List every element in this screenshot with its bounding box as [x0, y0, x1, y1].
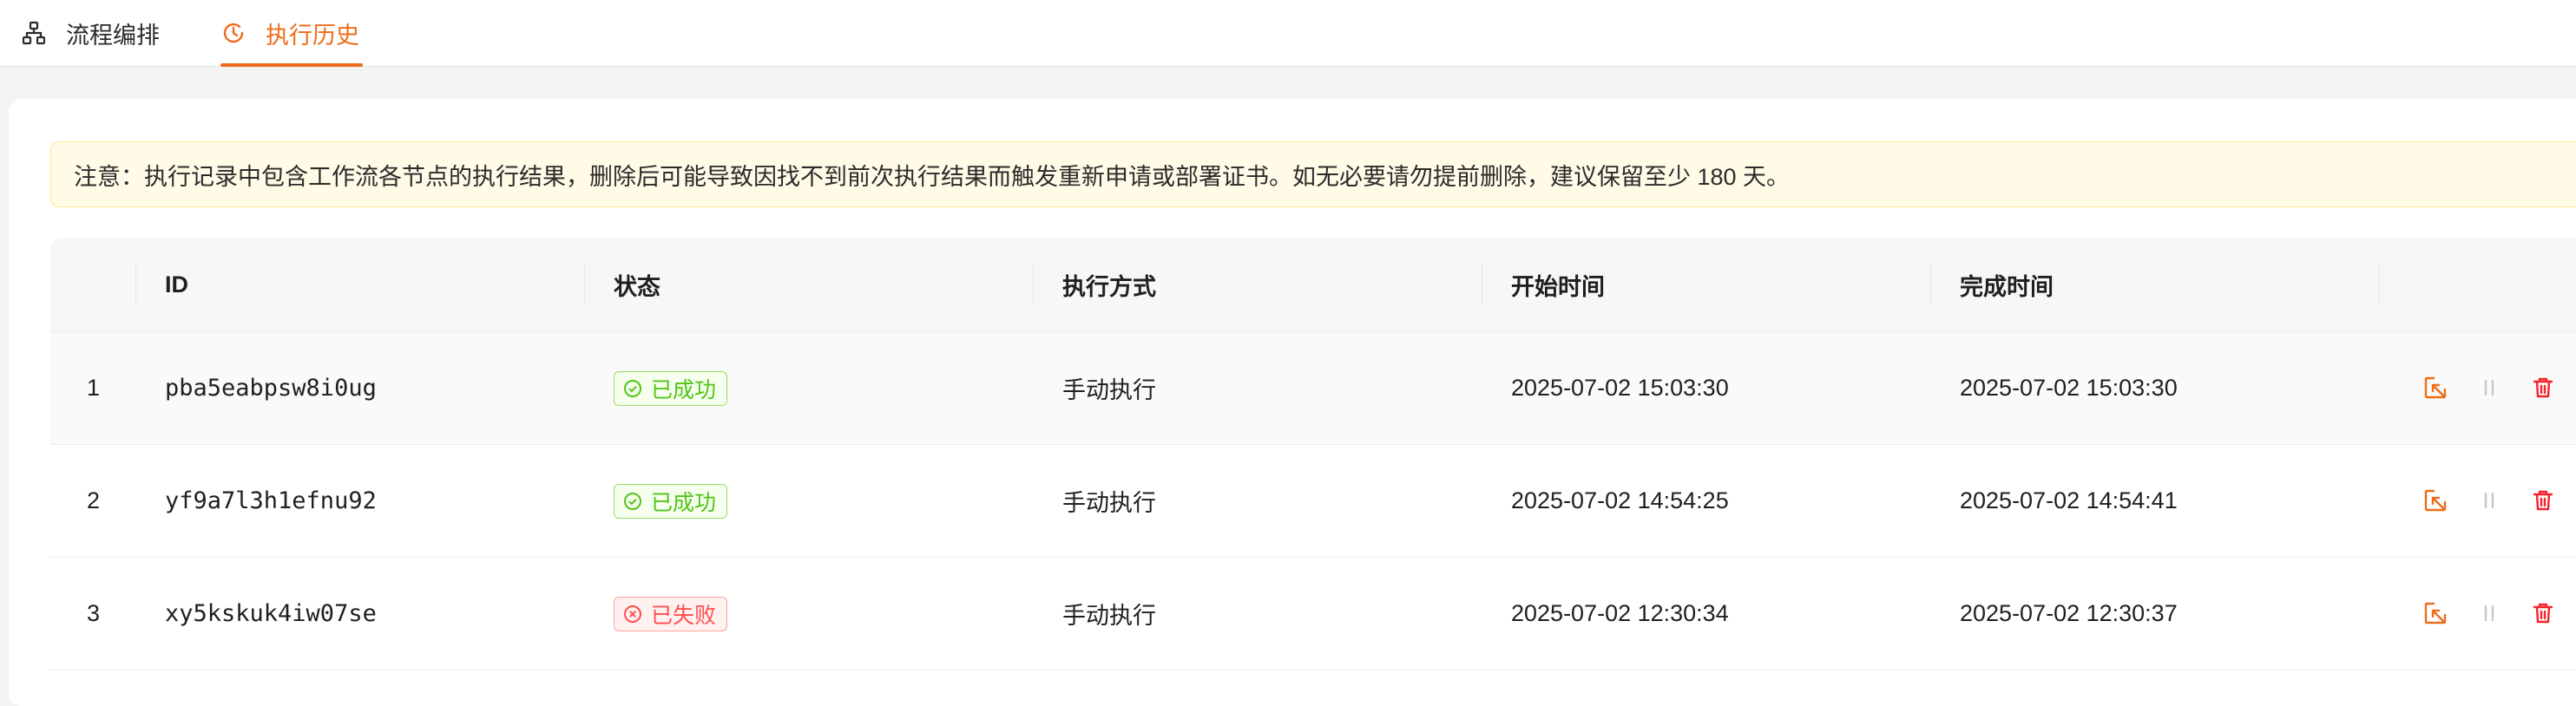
row-index: 1 — [87, 375, 101, 401]
status-cell: 已成功 — [614, 445, 728, 557]
column-divider — [1930, 264, 1931, 305]
status-badge: 已成功 — [614, 370, 728, 406]
tab-workflow[interactable]: 流程编排 — [21, 0, 160, 66]
delete-button[interactable] — [2526, 370, 2560, 405]
column-divider — [1033, 264, 1034, 305]
table-header: ID 状态 执行方式 开始时间 完成时间 — [50, 238, 2576, 332]
status-label: 已失败 — [651, 603, 717, 628]
history-icon — [220, 20, 246, 46]
table-row[interactable]: 1 pba5eabpsw8i0ug 已成功 手动执行 2025-07-02 15… — [50, 332, 2576, 445]
cancel-button[interactable] — [2472, 370, 2507, 405]
fail-cross-icon — [623, 605, 642, 624]
column-header-status[interactable]: 状态 — [614, 238, 660, 331]
end-time: 2025-07-02 12:30:37 — [1960, 600, 2178, 626]
delete-button[interactable] — [2526, 596, 2560, 631]
workflow-icon — [21, 20, 47, 46]
delete-icon — [2531, 488, 2555, 513]
success-check-icon — [623, 379, 642, 398]
view-detail-button[interactable] — [2418, 483, 2453, 518]
table-row[interactable]: 2 yf9a7l3h1efnu92 已成功 手动执行 2025-07-02 14… — [50, 445, 2576, 558]
status-badge: 已成功 — [614, 483, 728, 519]
delete-icon — [2531, 601, 2555, 625]
active-tab-indicator — [220, 63, 363, 67]
table-row[interactable]: 3 xy5kskuk4iw07se 已失败 手动执行 2025-07-02 12… — [50, 558, 2576, 670]
view-detail-icon — [2422, 487, 2448, 513]
column-header-mode[interactable]: 执行方式 — [1062, 238, 1156, 331]
trigger-mode: 手动执行 — [1062, 603, 1156, 629]
tab-history[interactable]: 执行历史 — [220, 0, 359, 66]
end-time: 2025-07-02 14:54:41 — [1960, 487, 2178, 513]
view-detail-icon — [2422, 600, 2448, 626]
view-detail-button[interactable] — [2418, 596, 2453, 631]
row-index: 2 — [87, 487, 101, 513]
delete-button[interactable] — [2526, 483, 2560, 518]
status-badge: 已失败 — [614, 596, 728, 631]
cancel-button[interactable] — [2472, 596, 2507, 631]
start-time: 2025-07-02 12:30:34 — [1511, 600, 1729, 626]
cancel-icon — [2479, 490, 2500, 511]
column-divider — [584, 264, 585, 305]
column-divider — [2379, 264, 2380, 305]
start-time: 2025-07-02 14:54:25 — [1511, 487, 1729, 513]
status-cell: 已失败 — [614, 558, 728, 670]
column-header-start-time[interactable]: 开始时间 — [1511, 238, 1605, 331]
execution-id: xy5kskuk4iw07se — [165, 600, 377, 627]
cancel-button[interactable] — [2472, 483, 2507, 518]
trigger-mode: 手动执行 — [1062, 377, 1156, 403]
tab-history-label: 执行历史 — [266, 22, 359, 49]
end-time: 2025-07-02 15:03:30 — [1960, 375, 2178, 401]
status-label: 已成功 — [651, 490, 717, 515]
execution-id: pba5eabpsw8i0ug — [165, 375, 377, 402]
trigger-mode: 手动执行 — [1062, 490, 1156, 516]
view-detail-icon — [2422, 375, 2448, 401]
cancel-icon — [2479, 377, 2500, 398]
column-divider — [135, 264, 136, 305]
cancel-icon — [2479, 603, 2500, 624]
row-index: 3 — [87, 600, 101, 626]
view-detail-button[interactable] — [2418, 370, 2453, 405]
notice-banner: 注意：执行记录中包含工作流各节点的执行结果，删除后可能导致因找不到前次执行结果而… — [50, 141, 2576, 207]
column-header-end-time[interactable]: 完成时间 — [1960, 238, 2054, 331]
tab-workflow-label: 流程编排 — [66, 22, 160, 49]
status-label: 已成功 — [651, 377, 717, 402]
notice-text: 注意：执行记录中包含工作流各节点的执行结果，删除后可能导致因找不到前次执行结果而… — [74, 163, 1791, 190]
execution-id: yf9a7l3h1efnu92 — [165, 487, 377, 514]
start-time: 2025-07-02 15:03:30 — [1511, 375, 1729, 401]
delete-icon — [2531, 376, 2555, 400]
top-tab-bar: 流程编排 执行历史 — [0, 0, 2576, 67]
status-cell: 已成功 — [614, 332, 728, 444]
execution-history-table: ID 状态 执行方式 开始时间 完成时间 1 pba5eabpsw8i0ug 已… — [50, 238, 2576, 670]
success-check-icon — [623, 492, 642, 511]
column-header-id[interactable]: ID — [165, 238, 188, 331]
